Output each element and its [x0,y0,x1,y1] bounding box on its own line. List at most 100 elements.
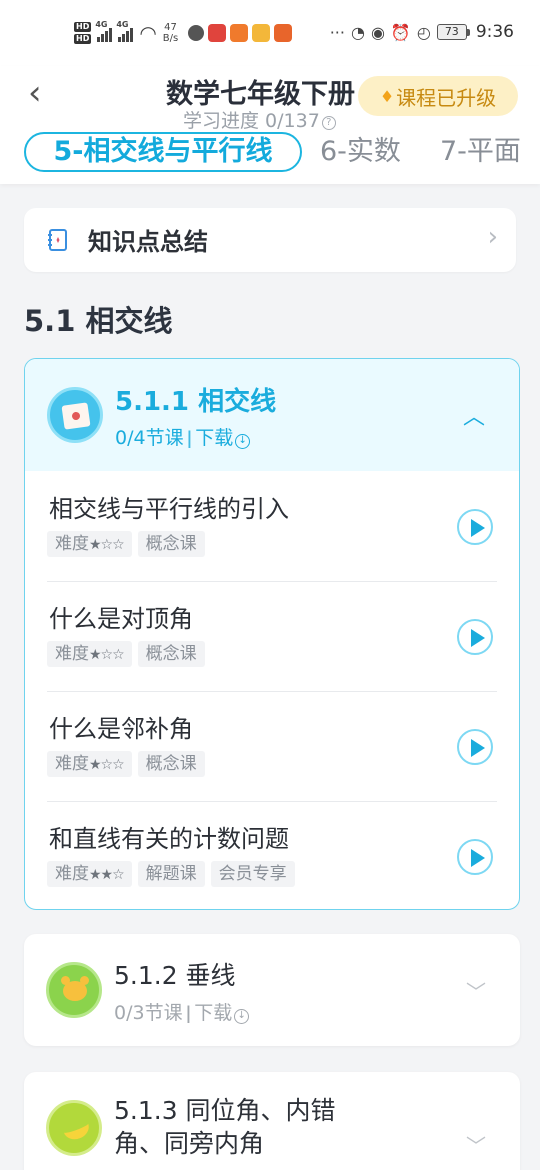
chevron-right-icon: › [487,222,498,252]
lesson-type-tag: 解题课 [137,861,205,887]
lesson-item[interactable]: 相交线与平行线的引入 难度★☆☆ 概念课 [47,471,497,581]
difficulty-stars: ★☆☆ [89,647,125,663]
data-saver-icon: ◔ [350,22,365,42]
difficulty-tag: 难度★☆☆ [47,531,132,557]
divider [47,801,497,802]
wifi-icon: ◠ [139,21,157,45]
diamond-icon: ♦ [379,86,395,106]
lesson-item[interactable]: 什么是对顶角 难度★☆☆ 概念课 [47,581,497,691]
lesson-tags: 难度★☆☆ 概念课 [47,531,205,557]
app-yellow-icon [252,24,271,42]
chevron-left-icon: ‹ [28,73,42,113]
gauge-icon: ◴ [416,22,431,42]
lesson-item[interactable]: 什么是邻补角 难度★☆☆ 概念课 [47,691,497,801]
difficulty-tag: 难度★☆☆ [47,641,132,667]
lesson-type-tag: 概念课 [137,641,205,667]
difficulty-stars: ★☆☆ [89,537,125,553]
play-icon [471,849,485,867]
tab-chapter-5[interactable]: 5-相交线与平行线 [24,132,302,172]
play-button[interactable] [457,619,493,655]
lesson-type-tag: 概念课 [137,531,205,557]
app-red-icon [208,24,227,42]
lesson-tags: 难度★☆☆ 概念课 [47,751,205,777]
difficulty-label: 难度 [55,864,89,884]
divider [47,581,497,582]
chapter-tabs: 5-相交线与平行线 6-实数 7-平面 [0,132,540,178]
notification-icons [188,24,293,42]
section-title: 5.1 相交线 [24,304,173,338]
download-icon[interactable]: ↓ [235,434,251,449]
unit-subtitle: 0/4节课 ǀ 下载 ↓ [115,423,251,450]
speed-unit: B/s [162,33,179,44]
notebook-icon [48,229,67,251]
back-button[interactable]: ‹ [28,76,42,110]
difficulty-label: 难度 [55,534,89,554]
download-link[interactable]: 下载 [195,427,233,449]
play-icon [471,629,485,647]
upgrade-label: 课程已升级 [396,85,497,110]
progress-label: 学习进度 0/137 [183,110,320,132]
difficulty-stars: ★★☆ [89,867,125,883]
tab-chapter-7[interactable]: 7-平面 [440,132,521,172]
tab-chapter-6[interactable]: 6-实数 [320,132,401,172]
difficulty-tag: 难度★☆☆ [47,751,132,777]
unit-icon [46,962,102,1018]
download-icon[interactable]: ↓ [234,1009,250,1024]
lesson-item[interactable]: 和直线有关的计数问题 难度★★☆ 解题课 会员专享 [47,801,497,909]
network-type-1: 4G [95,20,108,29]
lesson-tags: 难度★★☆ 解题课 会员专享 [47,861,295,887]
lessons-progress: 0/4节课 [115,427,184,449]
unit-icon [47,387,103,443]
bear-icon [61,976,89,1001]
unit-subtitle: 0/3节课 ǀ 下载 ↓ [114,998,250,1025]
chat-icon [188,25,205,41]
signal-icon-2: 4G [116,20,134,42]
difficulty-label: 难度 [55,754,89,774]
knowledge-summary-card[interactable]: 知识点总结 › [24,208,516,272]
unit-header[interactable]: 5.1.1 相交线 0/4节课 ǀ 下载 ↓ ︿ [25,359,519,471]
help-icon[interactable]: ? [321,116,336,130]
divider [47,691,497,692]
network-speed: 47 B/s [163,22,178,44]
clock: 9:36 [475,22,514,42]
chevron-up-icon[interactable]: ︿ [463,399,485,431]
app-orange-icon [230,24,249,42]
unit-title: 5.1.1 相交线 [115,387,277,417]
unit-card-5-1-2[interactable]: 5.1.2 垂线 0/3节课 ǀ 下载 ↓ ﹀ [24,934,520,1046]
banana-icon [60,1113,92,1143]
upgrade-badge[interactable]: ♦ 课程已升级 [358,76,518,116]
lesson-name: 什么是对顶角 [49,605,193,633]
paper-icon [61,402,91,430]
lesson-name: 和直线有关的计数问题 [49,825,289,853]
unit-card-5-1-1: 5.1.1 相交线 0/4节课 ǀ 下载 ↓ ︿ 相交线与平行线的引入 难度★☆☆ 概… [24,358,520,910]
play-button[interactable] [457,729,493,765]
battery-icon: 73 [436,24,470,40]
summary-label: 知识点总结 [88,228,208,256]
play-button[interactable] [457,839,493,875]
course-header: ‹ 数学七年级下册 学习进度 0/137? ♦ 课程已升级 5-相交线与平行线 … [0,66,540,184]
chevron-down-icon[interactable]: ﹀ [466,1130,486,1159]
lesson-type-tag: 概念课 [137,751,205,777]
unit-card-5-1-3[interactable]: 5.1.3 同位角、内错角、同旁内角 ﹀ [24,1072,520,1170]
battery-level: 73 [436,24,467,40]
unit-title: 5.1.3 同位角、内错角、同旁内角 [114,1096,336,1158]
app-store-icon [274,24,293,42]
download-link[interactable]: 下载 [194,1002,232,1024]
play-icon [471,519,485,537]
vip-tag: 会员专享 [210,861,295,887]
signal-icon-1: 4G [95,20,113,42]
difficulty-tag: 难度★★☆ [47,861,132,887]
play-button[interactable] [457,509,493,545]
difficulty-stars: ★☆☆ [89,757,125,773]
chevron-down-icon[interactable]: ﹀ [466,976,486,1005]
alarm-icon: ⏰ [390,22,411,42]
status-bar-right: ··· ◔ ◉ ⏰ ◴ 73 9:36 [330,22,514,42]
unit-icon [46,1100,102,1156]
unit-title: 5.1.2 垂线 [114,961,236,990]
status-bar-left: HD HD 4G 4G ◠ 47 B/s [74,18,293,48]
lessons-progress: 0/3节课 [114,1002,183,1024]
network-type-2: 4G [116,20,129,29]
hd-badge: HD HD [74,22,92,44]
play-icon [471,739,485,757]
lesson-tags: 难度★☆☆ 概念课 [47,641,205,667]
